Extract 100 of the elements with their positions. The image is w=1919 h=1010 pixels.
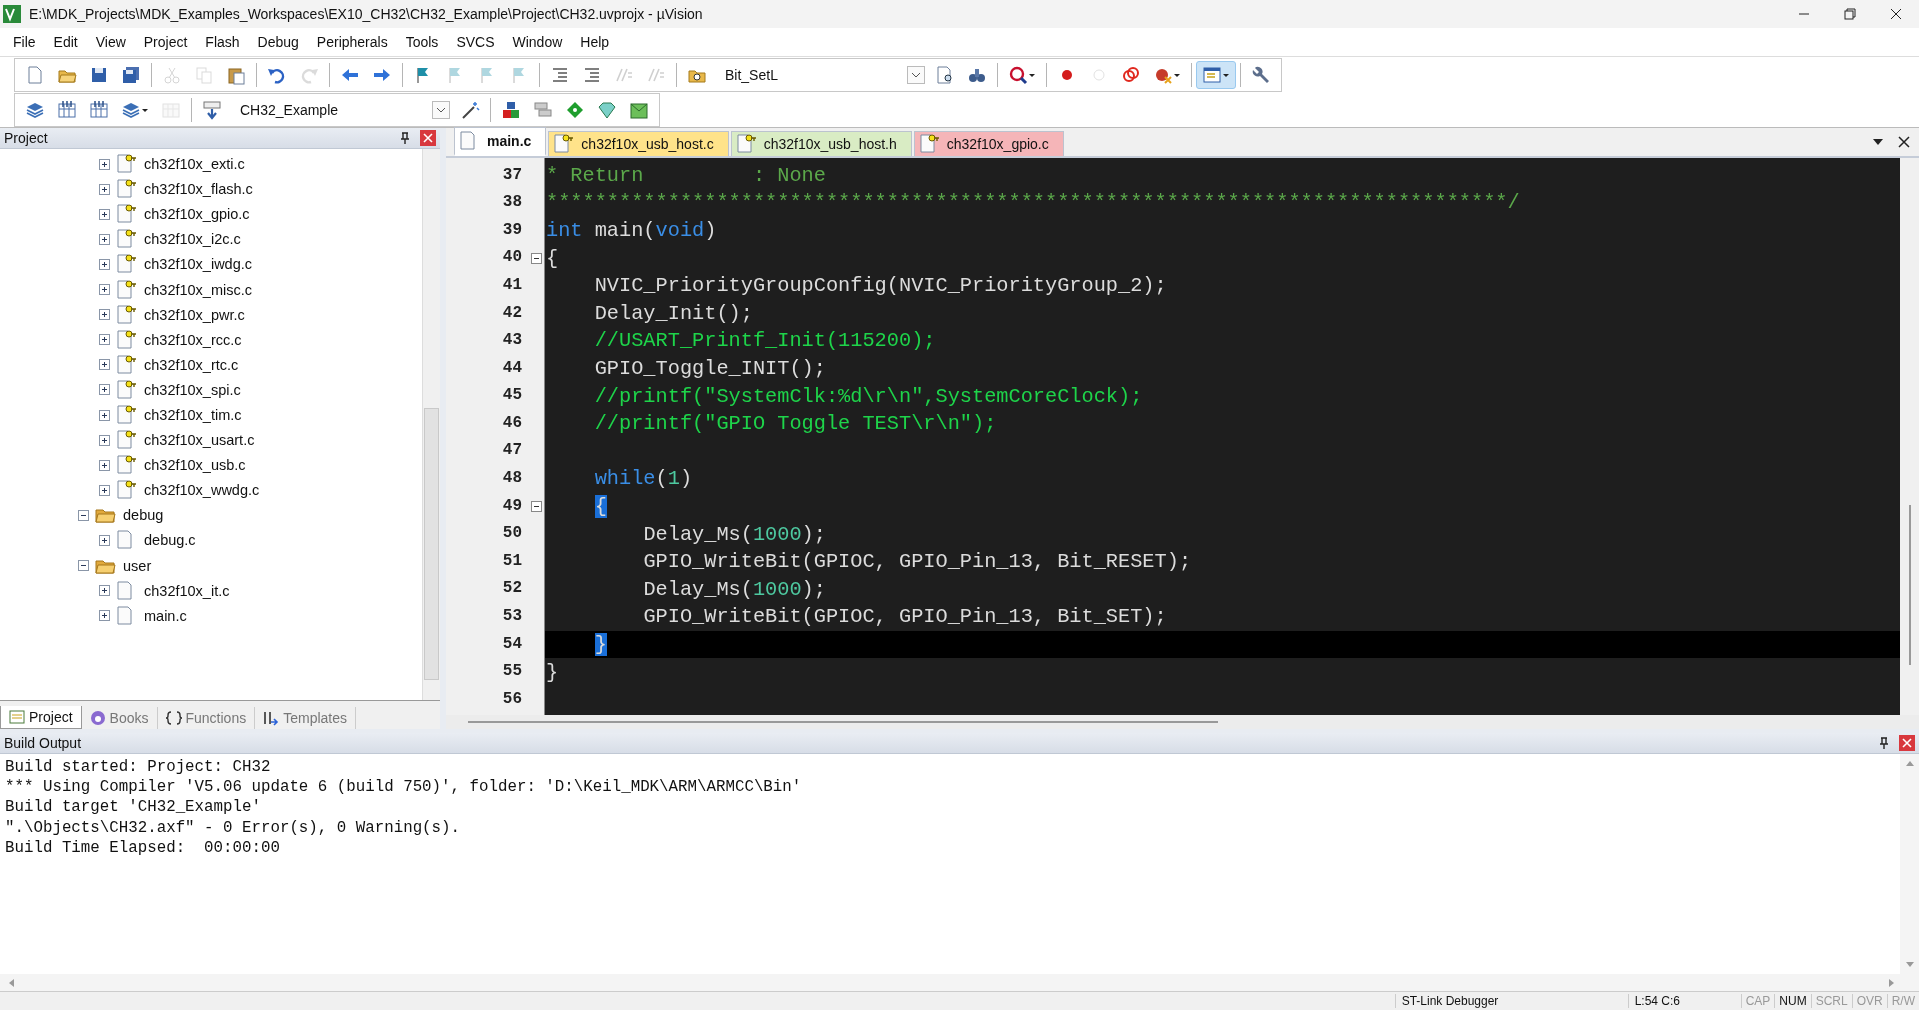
vertical-scrollbar[interactable] <box>1900 157 1919 716</box>
magic-wand-icon[interactable] <box>460 99 480 120</box>
expand-icon[interactable] <box>99 610 110 622</box>
code-line: while(1) <box>593 467 693 491</box>
close-icon[interactable] <box>1897 134 1911 149</box>
line-number: 56 <box>501 688 523 710</box>
tree-item[interactable]: user <box>123 557 152 574</box>
expand-icon[interactable] <box>99 535 110 546</box>
expand-icon[interactable] <box>99 158 110 170</box>
horizontal-scrollbar[interactable] <box>446 715 1919 730</box>
expand-icon[interactable] <box>99 384 110 396</box>
tree-item[interactable]: ch32f10x_gpio.c <box>144 206 250 223</box>
collapse-icon[interactable] <box>531 252 542 264</box>
output-line: Build target 'CH32_Example' <box>5 798 262 819</box>
code-line: Delay_Ms(1000); <box>642 577 826 601</box>
tree-item[interactable]: ch32f10x_flash.c <box>144 181 253 198</box>
file-tab[interactable]: ch32f10x_usb_host.h <box>730 130 912 156</box>
expand-icon[interactable] <box>99 258 110 270</box>
diamond-icon[interactable] <box>565 99 585 120</box>
menu-item[interactable]: View <box>86 33 135 50</box>
blocks-icon[interactable] <box>501 99 521 120</box>
expand-icon[interactable] <box>99 484 110 496</box>
vertical-scrollbar[interactable] <box>1900 754 1919 975</box>
load-icon[interactable] <box>202 99 222 120</box>
expand-icon[interactable] <box>99 309 110 321</box>
status-indicator: SCRL <box>1810 994 1852 1009</box>
line-number: 50 <box>501 523 523 545</box>
chevron-down-icon[interactable] <box>432 100 450 119</box>
expand-icon[interactable] <box>99 183 110 195</box>
menu-item[interactable]: Tools <box>396 33 448 50</box>
tree-item[interactable]: main.c <box>144 607 187 624</box>
line-number: 53 <box>501 606 523 628</box>
expand-icon[interactable] <box>99 585 110 597</box>
line-number: 38 <box>501 192 523 214</box>
tree-item[interactable]: ch32f10x_wwdg.c <box>144 482 260 499</box>
window-layout-icon[interactable] <box>1202 64 1222 85</box>
tree-item[interactable]: debug <box>123 507 164 524</box>
wrench-icon[interactable] <box>1251 64 1271 85</box>
gem-icon[interactable] <box>597 99 617 120</box>
expand-icon[interactable] <box>99 208 110 220</box>
expand-icon[interactable] <box>99 409 110 421</box>
expand-icon[interactable] <box>99 459 110 471</box>
menu-item[interactable]: File <box>4 33 45 50</box>
code-line: int main(void) <box>545 219 717 242</box>
menu-item[interactable]: Peripherals <box>307 33 397 50</box>
line-number: 37 <box>501 164 523 186</box>
tree-item[interactable]: ch32f10x_spi.c <box>144 381 241 398</box>
tree-item[interactable]: ch32f10x_rtc.c <box>144 356 239 373</box>
pin-icon[interactable] <box>398 130 412 145</box>
menu-item[interactable]: Window <box>503 33 572 50</box>
menu-item[interactable]: Edit <box>44 33 87 50</box>
pin-icon[interactable] <box>1877 736 1891 751</box>
expand-icon[interactable] <box>99 284 110 296</box>
code-line: GPIO_WriteBit(GPIOC, GPIO_Pin_13, Bit_SET); <box>642 605 1167 629</box>
menu-item[interactable]: Flash <box>196 33 249 50</box>
collapse-icon[interactable] <box>78 509 89 521</box>
menu-item[interactable]: Help <box>571 33 619 50</box>
tree-item[interactable]: ch32f10x_usb.c <box>144 457 246 474</box>
document-search-icon[interactable] <box>935 64 955 85</box>
line-number: 40 <box>501 247 523 269</box>
panel-tab[interactable]: Project <box>0 706 82 730</box>
code-line: { <box>545 246 559 270</box>
tree-item[interactable]: ch32f10x_rcc.c <box>144 331 242 348</box>
line-number: 49 <box>501 495 523 517</box>
tree-item[interactable]: debug.c <box>144 532 196 549</box>
status-text: L:54 C:6 <box>1627 994 1741 1009</box>
tree-item[interactable]: ch32f10x_exti.c <box>144 156 245 173</box>
search-icon[interactable] <box>1008 64 1028 85</box>
expand-icon[interactable] <box>99 334 110 346</box>
tree-item[interactable]: ch32f10x_misc.c <box>144 281 252 298</box>
line-number: 48 <box>501 468 523 490</box>
menu-item[interactable]: Debug <box>248 33 308 50</box>
code-line: Delay_Init(); <box>593 301 753 325</box>
expand-icon[interactable] <box>99 233 110 245</box>
expand-icon[interactable] <box>99 359 110 371</box>
code-line: Delay_Ms(1000); <box>642 522 826 546</box>
line-number: 51 <box>501 550 523 572</box>
project-icon <box>9 709 25 726</box>
save-all-icon[interactable] <box>121 64 141 85</box>
code-line: GPIO_Toggle_INIT(); <box>593 357 826 380</box>
file-tab[interactable]: main.c <box>454 126 547 156</box>
file-tab[interactable]: ch32f10x_gpio.c <box>913 130 1064 156</box>
panel-title: Build Output <box>4 735 82 752</box>
vertical-scrollbar[interactable] <box>422 148 440 701</box>
expand-icon[interactable] <box>99 434 110 446</box>
menu-item[interactable]: SVCS <box>447 33 504 50</box>
tree-item[interactable]: ch32f10x_pwr.c <box>144 306 245 323</box>
rings-icon[interactable] <box>1121 64 1141 85</box>
collapse-icon[interactable] <box>531 500 542 512</box>
tree-item[interactable]: ch32f10x_usart.c <box>144 432 255 449</box>
menu-item[interactable]: Project <box>134 33 197 50</box>
chevron-down-icon[interactable] <box>907 65 925 84</box>
line-number: 39 <box>501 219 523 241</box>
horizontal-scrollbar[interactable] <box>0 974 1919 992</box>
tree-item[interactable]: ch32f10x_it.c <box>144 582 230 599</box>
tree-item[interactable]: ch32f10x_tim.c <box>144 407 242 423</box>
file-tab[interactable]: ch32f10x_usb_host.c <box>548 130 729 156</box>
tree-item[interactable]: ch32f10x_i2c.c <box>144 231 241 248</box>
tree-item[interactable]: ch32f10x_iwdg.c <box>144 256 252 273</box>
collapse-icon[interactable] <box>78 560 89 572</box>
